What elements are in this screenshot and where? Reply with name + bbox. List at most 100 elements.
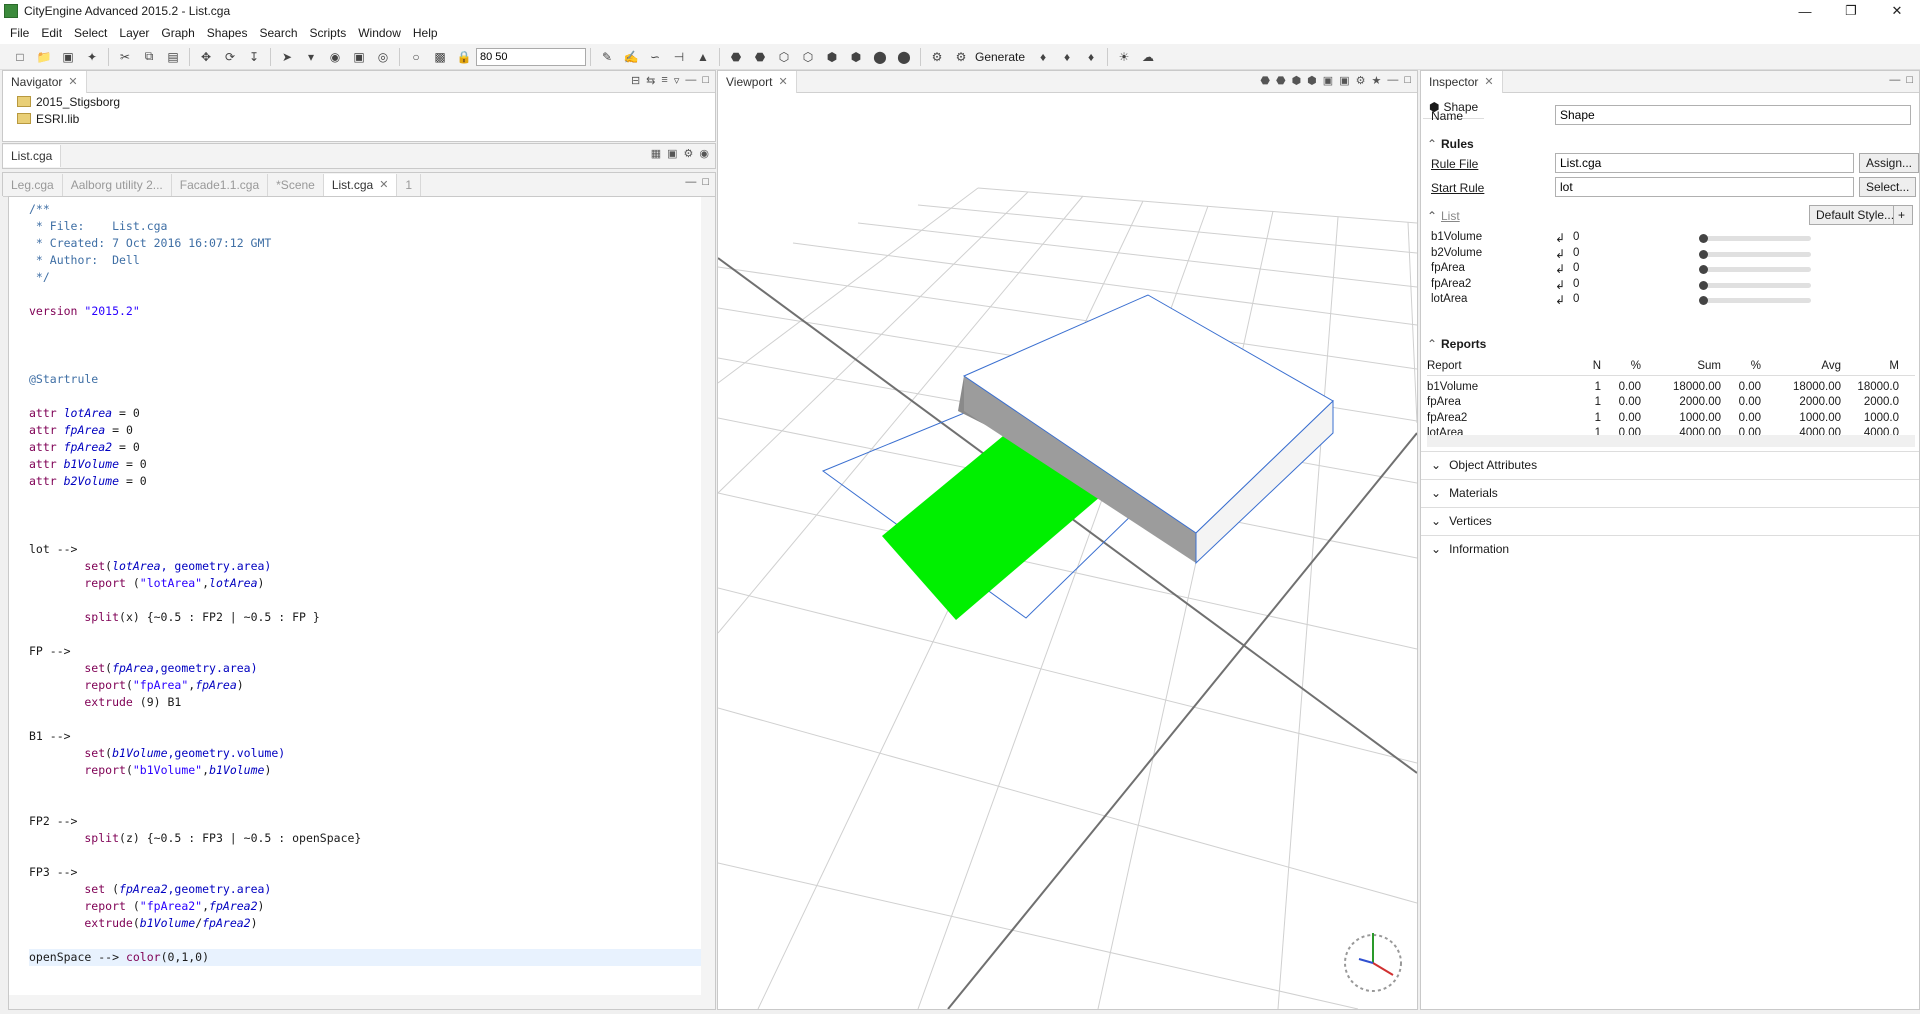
code-line[interactable] — [29, 847, 701, 864]
align-icon[interactable]: ▲ — [693, 48, 713, 66]
open-icon[interactable]: 📁 — [34, 48, 54, 66]
code-line[interactable]: report ("fpArea2",fpArea2) — [29, 898, 701, 915]
compass-icon[interactable] — [1344, 933, 1402, 992]
update-icon[interactable]: ♦ — [1057, 48, 1077, 66]
code-line[interactable] — [29, 320, 701, 337]
code-line[interactable]: */ — [29, 269, 701, 286]
connect-attribute-icon[interactable]: ↲ — [1555, 262, 1565, 276]
filter-icon[interactable]: ≡ — [661, 74, 667, 87]
code-line[interactable]: split(z) {~0.5 : FP3 | ~0.5 : openSpace} — [29, 830, 701, 847]
section-information[interactable]: ⌄ Information — [1421, 535, 1919, 561]
code-line[interactable]: report("b1Volume",b1Volume) — [29, 762, 701, 779]
code-line[interactable]: attr b2Volume = 0 — [29, 473, 701, 490]
code-line[interactable]: set(fpArea,geometry.area) — [29, 660, 701, 677]
cloud-icon[interactable]: ☁ — [1138, 48, 1158, 66]
code-editor[interactable]: /** * File: List.cga * Created: 7 Oct 20… — [8, 196, 716, 1010]
split-icon[interactable]: ⊣ — [669, 48, 689, 66]
attribute-slider[interactable] — [1699, 249, 1811, 259]
menu-search[interactable]: Search — [253, 26, 303, 40]
close-icon[interactable]: ✕ — [379, 178, 388, 191]
shape7-icon[interactable]: ⬤ — [870, 48, 890, 66]
menu-edit[interactable]: Edit — [35, 26, 68, 40]
attribute-slider[interactable] — [1699, 280, 1811, 290]
viewport-canvas[interactable] — [718, 93, 1417, 1009]
tree-item[interactable]: ESRI.lib — [3, 110, 715, 127]
horizontal-scrollbar[interactable] — [9, 995, 715, 1009]
scale-icon[interactable]: ↧ — [244, 48, 264, 66]
shape4-icon[interactable]: ⬡ — [798, 48, 818, 66]
code-line[interactable] — [29, 354, 701, 371]
generate-button[interactable]: Generate — [975, 50, 1025, 64]
minimize-icon[interactable]: — — [1387, 74, 1398, 87]
sun-icon[interactable]: ☀ — [1114, 48, 1134, 66]
tab-list-cga[interactable]: List.cga ✕ — [323, 173, 398, 196]
shape2-icon[interactable]: ⬣ — [750, 48, 770, 66]
attribute-slider[interactable] — [1699, 265, 1811, 274]
attribute-value[interactable]: 0 — [1573, 247, 1693, 259]
code-line[interactable]: B1 --> — [29, 728, 701, 745]
slider-knob[interactable] — [1699, 249, 1708, 259]
code-line[interactable]: * Author: Dell — [29, 252, 701, 269]
grid-icon[interactable]: ▩ — [430, 48, 450, 66]
shape3-icon[interactable]: ⬡ — [774, 48, 794, 66]
section-object-attributes[interactable]: ⌄ Object Attributes — [1421, 451, 1919, 477]
generate2-icon[interactable]: ⚙ — [951, 48, 971, 66]
slider-knob[interactable] — [1699, 296, 1708, 305]
code-line[interactable]: attr fpArea = 0 — [29, 422, 701, 439]
code-text[interactable]: /** * File: List.cga * Created: 7 Oct 20… — [9, 201, 701, 995]
cut-icon[interactable]: ✂ — [115, 48, 135, 66]
view-menu-icon[interactable]: ▿ — [674, 74, 680, 87]
slider-knob[interactable] — [1699, 265, 1708, 274]
connect-attribute-icon[interactable]: ↲ — [1555, 231, 1565, 245]
move-icon[interactable]: ✥ — [196, 48, 216, 66]
rules-section-header[interactable]: ⌃ Rules — [1427, 137, 1474, 151]
tab-aalborg-utility[interactable]: Aalborg utility 2... — [63, 173, 172, 196]
wand-icon[interactable]: ✦ — [82, 48, 102, 66]
lock-icon[interactable]: 🔒 — [454, 48, 474, 66]
code-line[interactable] — [29, 626, 701, 643]
close-icon[interactable]: ✕ — [1874, 0, 1920, 22]
connect-attribute-icon[interactable]: ↲ — [1555, 247, 1565, 261]
rule-file-field[interactable] — [1555, 153, 1854, 173]
code-line[interactable] — [29, 796, 701, 813]
edit-street-icon[interactable]: ✎ — [597, 48, 617, 66]
code-line[interactable]: extrude(b1Volume/fpArea2) — [29, 915, 701, 932]
render-icon[interactable]: ⬢ — [1307, 74, 1317, 87]
copy-icon[interactable]: ⧉ — [139, 48, 159, 66]
shape5-icon[interactable]: ⬢ — [822, 48, 842, 66]
code-line[interactable] — [29, 932, 701, 949]
select-icon[interactable]: ➤ — [277, 48, 297, 66]
code-line[interactable]: * Created: 7 Oct 2016 16:07:12 GMT — [29, 235, 701, 252]
tree-item[interactable]: 2015_Stigsborg — [3, 93, 715, 110]
rule-file-link[interactable]: Rule File — [1431, 157, 1478, 171]
menu-scripts[interactable]: Scripts — [304, 26, 353, 40]
add-icon[interactable]: + — [1893, 205, 1913, 225]
code-line[interactable]: /** — [29, 201, 701, 218]
new-icon[interactable]: □ — [10, 48, 30, 66]
zoom-icon[interactable]: ◎ — [373, 48, 393, 66]
link-icon[interactable]: ⇆ — [646, 74, 655, 87]
maximize-icon[interactable]: □ — [1404, 74, 1411, 87]
maximize-icon[interactable]: □ — [702, 74, 709, 87]
slider-knob[interactable] — [1699, 234, 1708, 243]
menu-shapes[interactable]: Shapes — [201, 26, 254, 40]
code-line[interactable] — [29, 286, 701, 303]
menu-select[interactable]: Select — [68, 26, 113, 40]
code-line[interactable]: set (fpArea2,geometry.area) — [29, 881, 701, 898]
vertical-scrollbar[interactable] — [701, 197, 715, 1009]
code-line[interactable]: FP3 --> — [29, 864, 701, 881]
slider-knob[interactable] — [1699, 280, 1708, 290]
attribute-slider[interactable] — [1699, 296, 1811, 305]
curve-icon[interactable]: ∽ — [645, 48, 665, 66]
select-button[interactable]: Select... — [1859, 177, 1917, 197]
name-field[interactable] — [1555, 105, 1911, 125]
frame-icon[interactable]: ▣ — [1323, 74, 1333, 87]
shaded-icon[interactable]: ⬣ — [1276, 74, 1286, 87]
menu-layer[interactable]: Layer — [113, 26, 155, 40]
layout-icon[interactable]: ▦ — [651, 147, 661, 160]
code-line[interactable]: lot --> — [29, 541, 701, 558]
pin-icon[interactable]: ◉ — [699, 147, 709, 160]
code-line[interactable]: FP2 --> — [29, 813, 701, 830]
code-line[interactable] — [29, 592, 701, 609]
minimize-icon[interactable]: — — [1782, 0, 1828, 22]
